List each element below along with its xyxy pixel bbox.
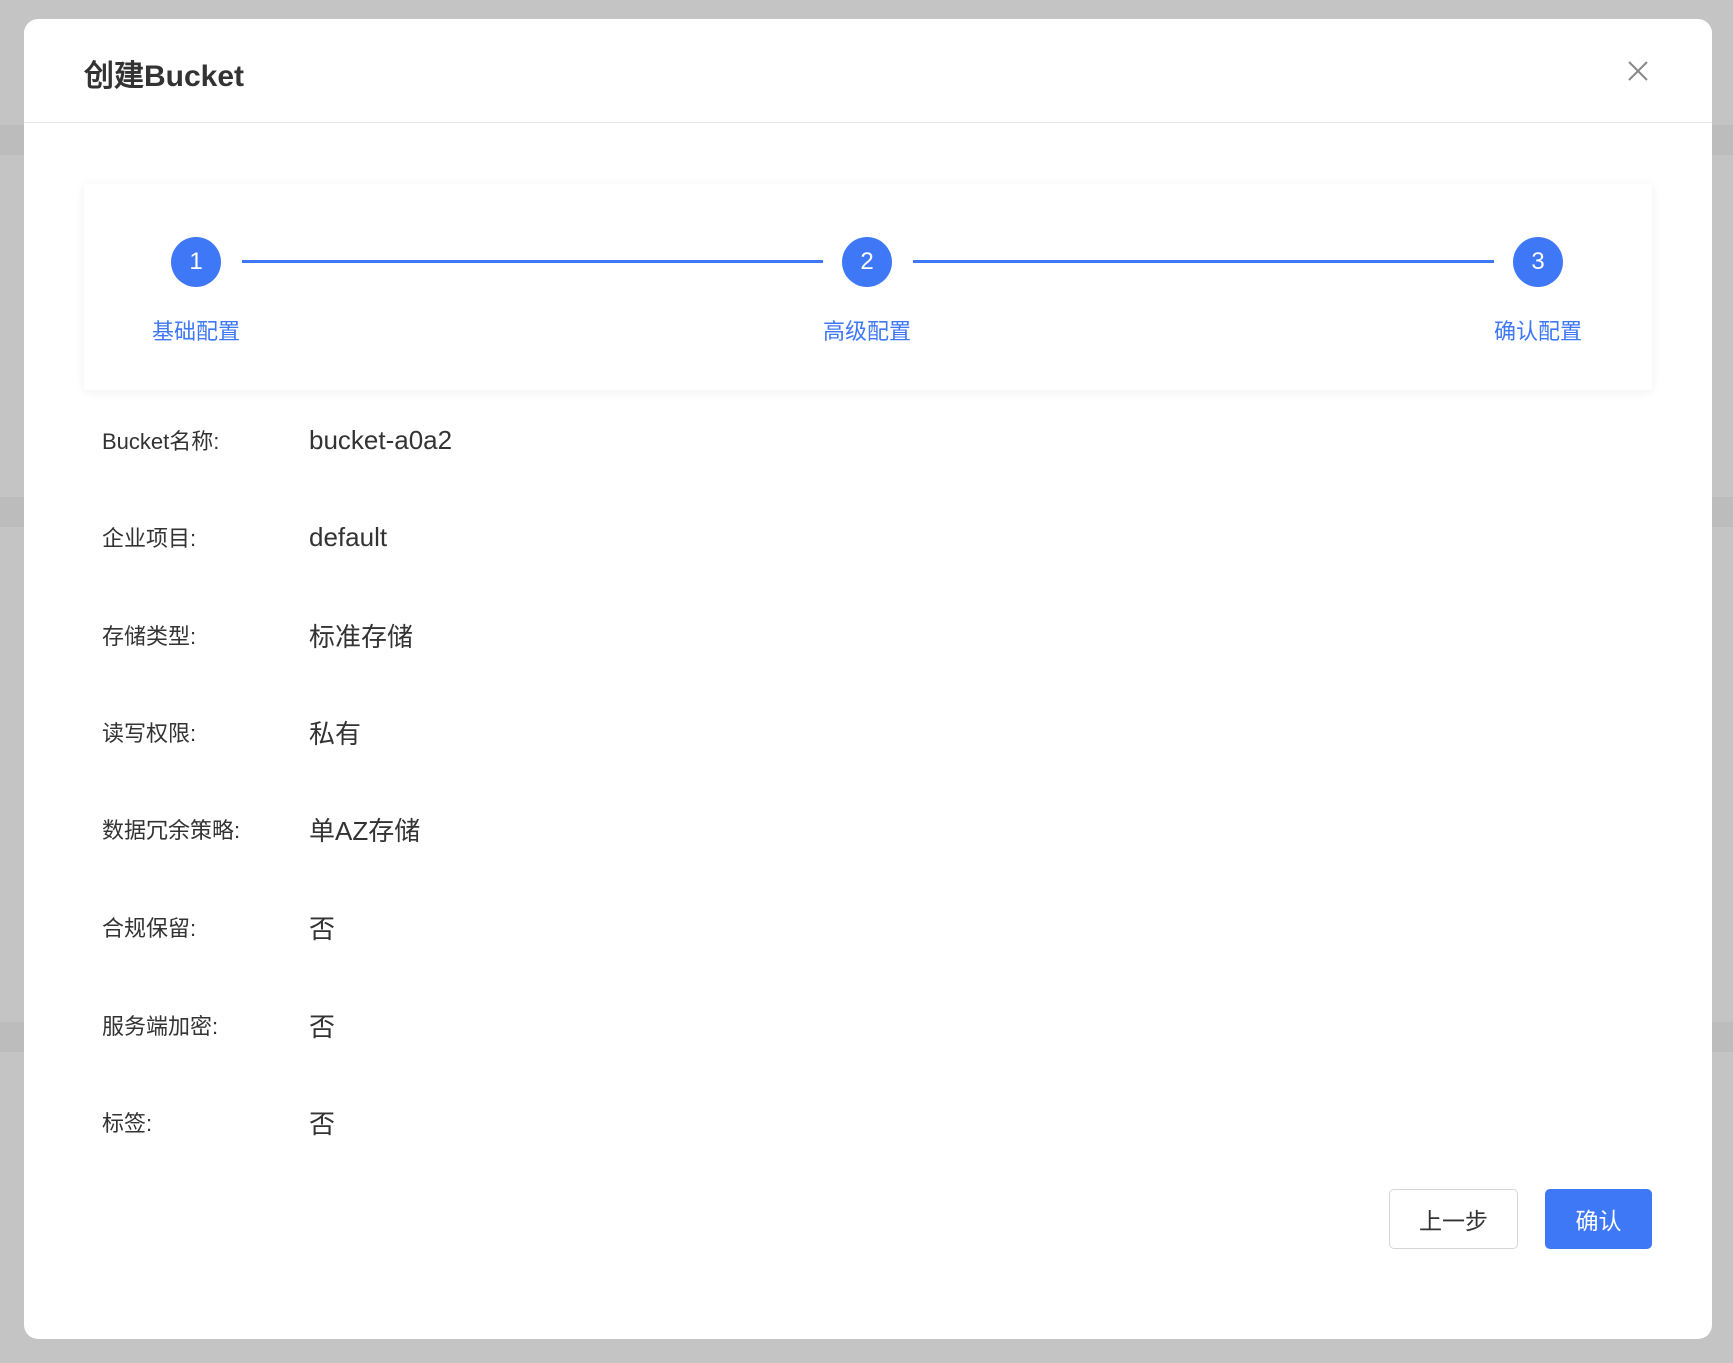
field-label: 企业项目: bbox=[102, 526, 197, 551]
field-row-permission: 读写权限: 私有 bbox=[102, 712, 361, 752]
step-2-label: 高级配置 bbox=[822, 319, 911, 344]
field-value: 私有 bbox=[309, 718, 362, 749]
step-3-circle: 3 bbox=[1513, 237, 1563, 287]
field-label: 数据冗余策略: bbox=[102, 818, 241, 843]
dialog-title: 创建Bucket bbox=[84, 60, 245, 93]
field-row-enterprise-project: 企业项目: default bbox=[102, 517, 387, 557]
field-row-compliance: 合规保留: 否 bbox=[102, 907, 335, 947]
field-value: 否 bbox=[309, 1011, 336, 1042]
field-row-bucket-name: Bucket名称: bucket-a0a2 bbox=[102, 420, 452, 460]
field-value: bucket-a0a2 bbox=[309, 424, 453, 455]
field-value: 否 bbox=[309, 1108, 336, 1139]
field-value: 否 bbox=[309, 913, 336, 944]
confirm-button[interactable]: 确认 bbox=[1545, 1189, 1652, 1249]
field-row-redundancy: 数据冗余策略: 单AZ存储 bbox=[102, 809, 420, 849]
field-label: 服务端加密: bbox=[102, 1014, 219, 1039]
step-connector bbox=[242, 260, 823, 263]
field-value: 标准存储 bbox=[309, 621, 414, 652]
step-3-label: 确认配置 bbox=[1493, 319, 1582, 344]
create-bucket-dialog: 创建Bucket 1 2 3 基础配置 高级配置 确认配置 Bucket名称: b… bbox=[24, 19, 1712, 1339]
field-label: 读写权限: bbox=[102, 721, 197, 746]
step-1-label: 基础配置 bbox=[151, 319, 240, 344]
step-1-circle: 1 bbox=[171, 237, 221, 287]
field-row-tags: 标签: 否 bbox=[102, 1102, 335, 1142]
dialog-header: 创建Bucket bbox=[24, 19, 1712, 123]
step-2-circle: 2 bbox=[842, 237, 892, 287]
steps-card: 1 2 3 基础配置 高级配置 确认配置 bbox=[84, 184, 1652, 390]
field-row-encryption: 服务端加密: 否 bbox=[102, 1005, 335, 1045]
field-value: 单AZ存储 bbox=[309, 815, 421, 846]
field-label: 存储类型: bbox=[102, 624, 197, 649]
field-label: Bucket名称: bbox=[102, 429, 220, 454]
field-row-storage-class: 存储类型: 标准存储 bbox=[102, 615, 413, 655]
field-label: 合规保留: bbox=[102, 916, 197, 941]
field-label: 标签: bbox=[102, 1111, 153, 1136]
close-icon[interactable] bbox=[1624, 57, 1652, 85]
step-connector bbox=[913, 260, 1494, 263]
prev-step-button[interactable]: 上一步 bbox=[1389, 1189, 1518, 1249]
field-value: default bbox=[309, 521, 388, 552]
